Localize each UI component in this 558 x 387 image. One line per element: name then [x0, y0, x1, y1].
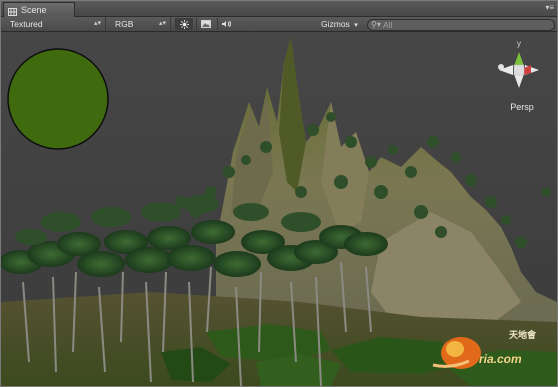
scene-toolbar: Textured ▴▾ RGB ▴▾ Gizmos ▾ ⚲▾ All: [1, 17, 557, 32]
scene-lighting-toggle[interactable]: [175, 18, 193, 30]
scene-window: Scene ▾≡ Textured ▴▾ RGB ▴▾ Gizmos ▾ ⚲▾ …: [0, 0, 558, 387]
tab-scene[interactable]: Scene: [3, 2, 75, 17]
gizmos-label: Gizmos: [321, 19, 350, 29]
speaker-icon: [221, 20, 232, 30]
render-mode-dropdown[interactable]: Textured ▴▾: [1, 17, 106, 31]
image-icon: [200, 20, 211, 30]
sphere-object: [7, 48, 109, 150]
tab-menu-icon[interactable]: ▾≡: [545, 3, 554, 13]
watermark-text: 天地會: [509, 330, 537, 340]
terrain-scene: y ria.com: [1, 32, 557, 386]
scene-viewport[interactable]: y ria.com Persp 天地會: [1, 32, 557, 386]
svg-text:ria.com: ria.com: [479, 352, 522, 366]
chevron-down-icon: ▴▾: [93, 20, 101, 27]
search-icon: ⚲▾: [371, 20, 381, 29]
projection-label[interactable]: Persp: [506, 102, 538, 112]
sun-icon: [180, 20, 189, 31]
chevron-down-icon: ▴▾: [158, 20, 166, 27]
tab-label: Scene: [21, 5, 47, 15]
y-axis-label: y: [517, 39, 521, 48]
tab-strip: Scene ▾≡: [1, 1, 557, 17]
search-placeholder: All: [383, 20, 393, 30]
color-mode-dropdown[interactable]: RGB ▴▾: [107, 17, 171, 31]
scene-image-toggle[interactable]: [196, 18, 214, 30]
gizmos-dropdown[interactable]: Gizmos ▾: [321, 17, 358, 31]
render-mode-value: Textured: [10, 19, 43, 29]
scene-audio-toggle[interactable]: [217, 18, 235, 30]
chevron-down-icon: ▾: [354, 22, 358, 29]
color-mode-value: RGB: [115, 19, 134, 29]
hierarchy-search-input[interactable]: ⚲▾ All: [367, 19, 555, 31]
